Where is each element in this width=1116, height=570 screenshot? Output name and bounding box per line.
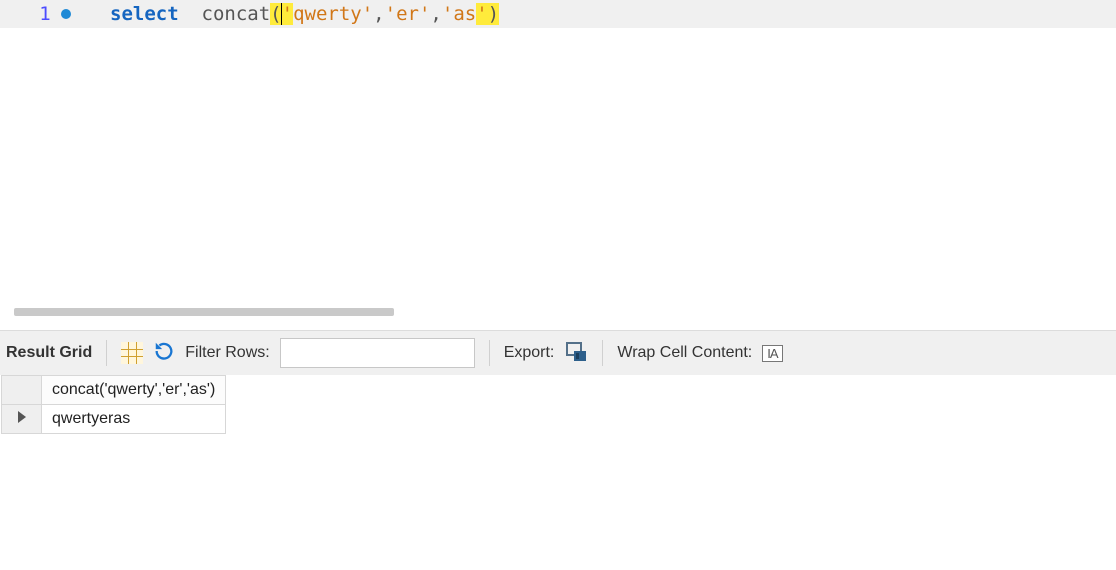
line-number: 1 (39, 3, 50, 25)
separator-icon (106, 340, 107, 366)
filter-rows-input[interactable] (280, 338, 475, 368)
table-header-row: concat('qwerty','er','as') (2, 376, 226, 405)
export-label: Export: (504, 344, 555, 362)
table-row[interactable]: qwertyeras (2, 405, 226, 434)
column-header[interactable]: concat('qwerty','er','as') (42, 376, 226, 405)
wrap-cell-icon[interactable]: IA (762, 345, 782, 362)
filter-rows-label: Filter Rows: (185, 344, 269, 362)
row-pointer-icon[interactable] (2, 405, 42, 434)
statement-marker-icon (61, 9, 71, 19)
keyword-select: select (110, 3, 179, 25)
editor-horizontal-scrollbar[interactable] (14, 308, 394, 316)
separator-icon (602, 340, 603, 366)
row-selector-header (2, 376, 42, 405)
wrap-cell-label: Wrap Cell Content: (617, 344, 752, 362)
result-grid-table[interactable]: concat('qwerty','er','as') qwertyeras (1, 375, 226, 434)
editor-gutter: 1 (0, 3, 110, 25)
results-toolbar: Result Grid Filter Rows: Export: Wrap Ce… (0, 331, 1116, 375)
sql-editor-pane[interactable]: 1 select concat('qwerty','er','as') (0, 0, 1116, 330)
code-line[interactable]: select concat('qwerty','er','as') (110, 3, 499, 26)
result-grid-icon[interactable] (121, 342, 143, 364)
editor-line-current[interactable]: 1 select concat('qwerty','er','as') (0, 0, 1116, 28)
cell[interactable]: qwertyeras (42, 405, 226, 434)
separator-icon (489, 340, 490, 366)
refresh-icon[interactable] (153, 340, 175, 367)
export-icon[interactable] (564, 339, 588, 368)
results-pane: Result Grid Filter Rows: Export: Wrap Ce… (0, 330, 1116, 434)
func-concat: concat (202, 3, 271, 25)
result-grid-label: Result Grid (6, 344, 92, 362)
